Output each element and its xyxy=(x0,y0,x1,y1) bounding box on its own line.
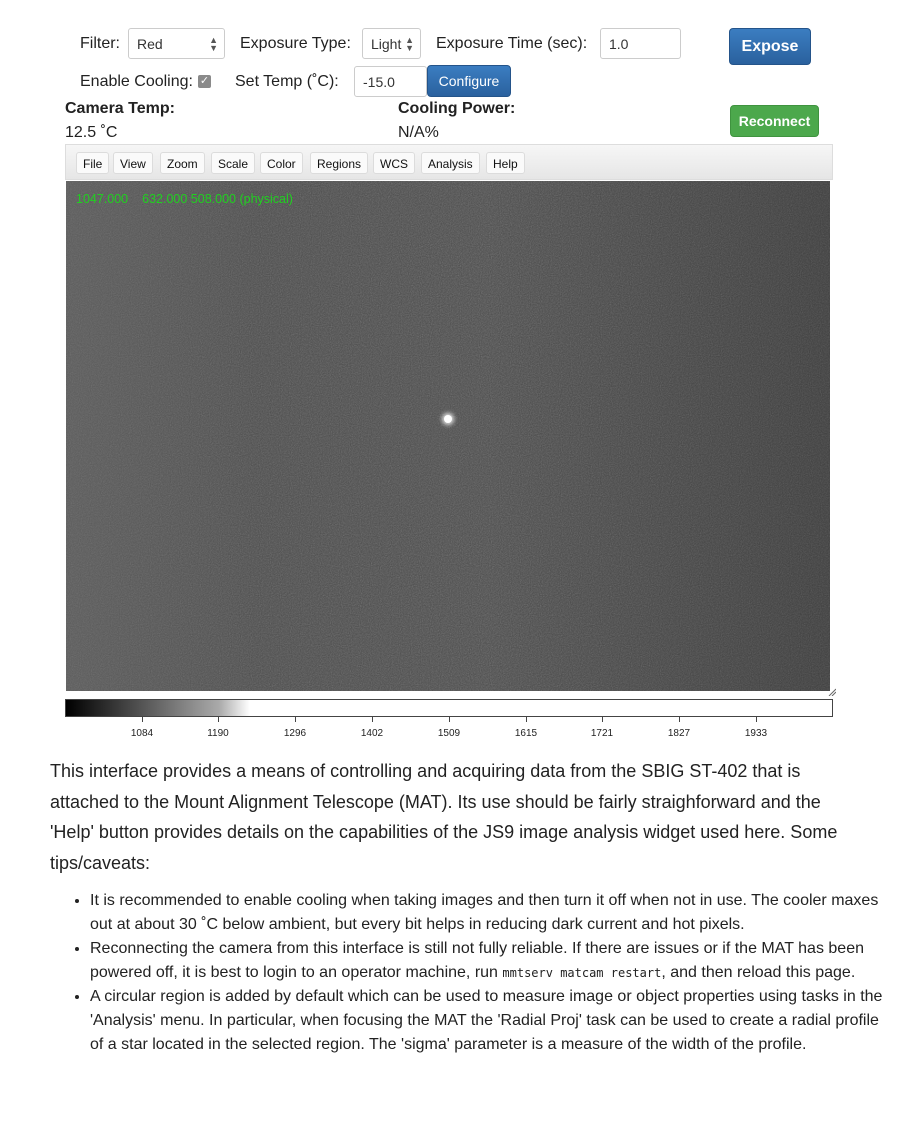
tick-label: 1296 xyxy=(283,728,307,739)
exposure-time-label: Exposure Time (sec): xyxy=(436,35,588,52)
tick-mark xyxy=(372,717,373,722)
cooling-power-label: Cooling Power: xyxy=(398,100,516,117)
menu-regions[interactable]: Regions xyxy=(310,152,369,174)
filter-value: Red xyxy=(137,36,163,52)
tip-item: It is recommended to enable cooling when… xyxy=(90,889,895,937)
filter-label: Filter: xyxy=(80,35,120,52)
pixel-position: 632.000 508.000 (physical) xyxy=(142,192,293,206)
tick-mark xyxy=(679,717,680,722)
tick-label: 1509 xyxy=(437,728,461,739)
tick-mark xyxy=(602,717,603,722)
expose-button[interactable]: Expose xyxy=(729,28,811,65)
tips-list: It is recommended to enable cooling when… xyxy=(50,889,895,1057)
tick-mark xyxy=(142,717,143,722)
tick-label: 1827 xyxy=(667,728,691,739)
tick-mark xyxy=(218,717,219,722)
exposure-type-select[interactable]: Light ▲ ▼ xyxy=(362,28,421,59)
command-code: mmtserv matcam restart xyxy=(502,966,662,980)
colorbar xyxy=(65,699,833,717)
menu-view[interactable]: View xyxy=(113,152,153,174)
set-temp-input[interactable]: -15.0 xyxy=(354,66,427,97)
menu-zoom[interactable]: Zoom xyxy=(160,152,205,174)
tip-text: , and then reload this page. xyxy=(661,964,856,981)
js9-menubar: File View Zoom Scale Color Regions WCS A… xyxy=(65,144,833,180)
tip-item: A circular region is added by default wh… xyxy=(90,985,895,1057)
enable-cooling-checkbox[interactable]: ✓ xyxy=(198,75,211,88)
menu-help[interactable]: Help xyxy=(486,152,525,174)
tick-label: 1721 xyxy=(590,728,614,739)
resize-handle-icon[interactable] xyxy=(828,688,836,696)
menu-analysis[interactable]: Analysis xyxy=(421,152,480,174)
pixel-readout: 1047.000 632.000 508.000 (physical) xyxy=(76,192,307,206)
camera-temp-label: Camera Temp: xyxy=(65,100,175,117)
exposure-type-value: Light xyxy=(371,36,402,52)
camera-temp-value: 12.5 ˚C xyxy=(65,124,118,141)
exposure-time-input[interactable]: 1.0 xyxy=(600,28,681,59)
select-arrows-icon: ▲ ▼ xyxy=(209,35,218,53)
menu-file[interactable]: File xyxy=(76,152,110,174)
menu-color[interactable]: Color xyxy=(260,152,303,174)
tick-mark xyxy=(449,717,450,722)
tick-label: 1084 xyxy=(130,728,154,739)
js9-image-display[interactable]: 1047.000 632.000 508.000 (physical) xyxy=(66,181,830,691)
tick-mark xyxy=(756,717,757,722)
cooling-power-value: N/A% xyxy=(398,124,439,141)
enable-cooling-label: Enable Cooling: xyxy=(80,73,193,90)
filter-select[interactable]: Red ▲ ▼ xyxy=(128,28,225,59)
tick-label: 1402 xyxy=(360,728,384,739)
exposure-type-label: Exposure Type: xyxy=(240,35,351,52)
configure-button[interactable]: Configure xyxy=(427,65,511,97)
intro-paragraph: This interface provides a means of contr… xyxy=(50,761,838,873)
checkmark-icon: ✓ xyxy=(199,75,210,87)
tick-label: 1190 xyxy=(207,728,229,739)
image-gradient xyxy=(66,181,830,691)
select-arrows-icon: ▲ ▼ xyxy=(405,35,414,53)
tip-item: Reconnecting the camera from this interf… xyxy=(90,937,895,985)
tick-mark xyxy=(526,717,527,722)
menu-wcs[interactable]: WCS xyxy=(373,152,415,174)
menu-scale[interactable]: Scale xyxy=(211,152,256,174)
reconnect-button[interactable]: Reconnect xyxy=(730,105,819,137)
tick-mark xyxy=(295,717,296,722)
star-point xyxy=(444,415,452,423)
pixel-value: 1047.000 xyxy=(76,192,129,206)
tick-label: 1615 xyxy=(514,728,538,739)
set-temp-label: Set Temp (˚C): xyxy=(235,73,339,90)
tick-label: 1933 xyxy=(744,728,768,739)
